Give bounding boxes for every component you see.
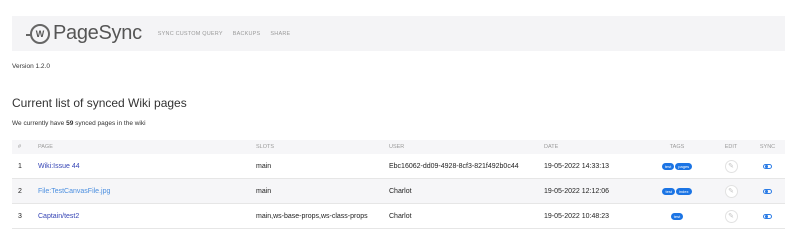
- row-slots: main,ws-base-props,ws-class-props: [256, 212, 368, 220]
- top-navbar: W PageSync SYNC CUSTOM QUERY BACKUPS SHA…: [12, 16, 785, 51]
- pencil-icon[interactable]: ✎: [724, 184, 738, 198]
- summary-suffix: synced pages in the wiki: [73, 120, 146, 127]
- summary-prefix: We currently have: [12, 120, 67, 127]
- row-date: 19-05-2022 12:12:06: [544, 187, 609, 195]
- tag-badge: test: [670, 212, 684, 220]
- pencil-icon[interactable]: ✎: [724, 159, 738, 173]
- col-header-slots: SLOTS: [256, 144, 275, 150]
- page-link[interactable]: Captain/test2: [38, 213, 79, 220]
- version-text: Version 1.2.0: [12, 63, 50, 70]
- page-title: Current list of synced Wiki pages: [12, 96, 187, 110]
- col-header-number: #: [18, 144, 22, 150]
- tag-badge: index: [675, 187, 692, 195]
- nav-sync-custom-query[interactable]: SYNC CUSTOM QUERY: [158, 31, 223, 37]
- row-date: 19-05-2022 10:48:23: [544, 212, 609, 220]
- logo-text: PageSync: [53, 22, 142, 44]
- col-header-page: PAGE: [38, 144, 53, 150]
- synced-pages-table: # PAGE SLOTS USER DATE TAGS EDIT SYNC 1 …: [12, 140, 785, 229]
- synced-summary: We currently have 59 synced pages in the…: [12, 120, 146, 127]
- row-number: 1: [18, 162, 22, 170]
- row-user: Ebc16062-dd09-4928-8cf3-821f492b0c44: [389, 162, 519, 170]
- col-header-date: DATE: [544, 144, 559, 150]
- tag-badge: test: [662, 187, 675, 195]
- toggle-icon[interactable]: [763, 188, 772, 194]
- row-slots: main: [256, 162, 272, 170]
- row-slots: main: [256, 187, 272, 195]
- row-user: Charlot: [389, 187, 412, 195]
- table-row: 3 Captain/test2 main,ws-base-props,ws-cl…: [12, 204, 785, 229]
- tag-badge: pages: [675, 162, 693, 170]
- toggle-icon[interactable]: [763, 213, 772, 219]
- nav-menu: SYNC CUSTOM QUERY BACKUPS SHARE: [158, 31, 291, 37]
- col-header-edit: EDIT: [724, 144, 738, 150]
- row-number: 3: [18, 212, 22, 220]
- pagesync-logo-icon: W: [26, 23, 50, 44]
- nav-share[interactable]: SHARE: [270, 31, 290, 37]
- tag-badge: test: [661, 162, 675, 170]
- col-header-user: USER: [389, 144, 405, 150]
- table-header: # PAGE SLOTS USER DATE TAGS EDIT SYNC: [12, 140, 785, 154]
- toggle-icon[interactable]: [763, 163, 772, 169]
- row-user: Charlot: [389, 212, 412, 220]
- pencil-icon[interactable]: ✎: [724, 209, 738, 223]
- col-header-tags: TAGS: [669, 144, 685, 150]
- pagesync-logo[interactable]: W PageSync: [26, 22, 142, 45]
- nav-backups[interactable]: BACKUPS: [233, 31, 261, 37]
- row-number: 2: [18, 187, 22, 195]
- table-row: 2 File:TestCanvasFile.jpg main Charlot 1…: [12, 179, 785, 204]
- page-link[interactable]: File:TestCanvasFile.jpg: [38, 188, 110, 195]
- col-header-sync: SYNC: [759, 144, 776, 150]
- row-date: 19-05-2022 14:33:13: [544, 162, 609, 170]
- page-link[interactable]: Wiki:Issue 44: [38, 163, 80, 170]
- table-row: 1 Wiki:Issue 44 main Ebc16062-dd09-4928-…: [12, 154, 785, 179]
